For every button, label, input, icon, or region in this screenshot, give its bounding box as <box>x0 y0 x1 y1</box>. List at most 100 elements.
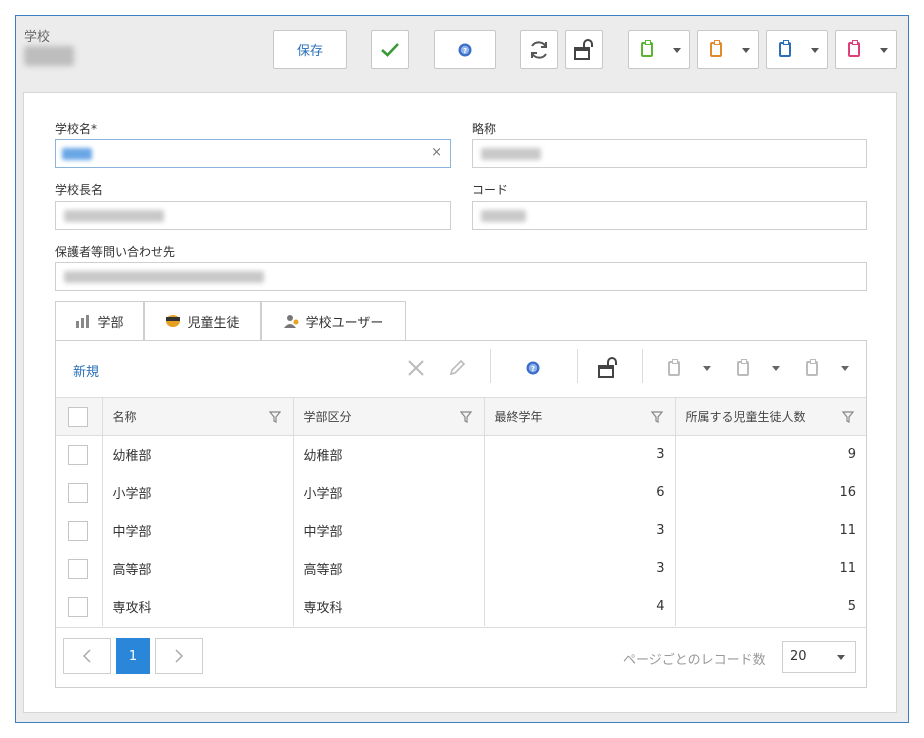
column-header-label: 学部区分 <box>303 410 352 424</box>
guardian-contact-field[interactable] <box>55 262 867 291</box>
row-select-cell <box>56 587 103 626</box>
row-checkbox[interactable] <box>68 558 88 579</box>
row-select-cell <box>56 549 103 588</box>
column-header-final-grade[interactable]: 最終学年 <box>484 397 676 436</box>
row-select-cell <box>56 473 103 512</box>
clipboard-icon <box>710 40 722 57</box>
code-field[interactable] <box>472 201 867 230</box>
filter-icon[interactable] <box>650 411 663 423</box>
table-row[interactable]: 小学部 小学部 6 16 <box>56 473 866 512</box>
toolbar-divider <box>642 349 643 383</box>
clipboard-icon <box>779 40 791 57</box>
row-checkbox[interactable] <box>68 520 88 541</box>
cell-final-grade: 3 <box>484 435 676 474</box>
unlock-button[interactable] <box>565 30 603 69</box>
school-name-field[interactable]: × <box>55 139 451 168</box>
clipboard-blue-dropdown[interactable] <box>766 30 828 69</box>
clipboard-icon <box>641 40 653 57</box>
table-row[interactable]: 幼稚部 幼稚部 3 9 <box>56 435 866 474</box>
users-icon <box>283 315 299 328</box>
confirm-button[interactable] <box>371 30 409 69</box>
bar-chart-icon <box>76 315 90 328</box>
column-header-category[interactable]: 学部区分 <box>293 397 485 436</box>
delete-button[interactable] <box>405 357 427 379</box>
edit-button[interactable] <box>446 357 468 379</box>
abbreviation-value-redacted <box>481 148 541 160</box>
cell-name: 専攻科 <box>102 587 294 626</box>
new-button[interactable]: 新規 <box>73 361 99 380</box>
chevron-right-icon <box>175 649 184 663</box>
grid-clipboard-button-3[interactable] <box>801 357 823 379</box>
page-number-current[interactable]: 1 <box>116 638 150 674</box>
filter-icon[interactable] <box>268 411 281 423</box>
column-header-label: 最終学年 <box>494 410 543 424</box>
tab-school-users[interactable]: 学校ユーザー <box>261 301 406 341</box>
row-checkbox[interactable] <box>68 444 88 465</box>
chevron-down-icon <box>673 48 681 53</box>
clipboard-orange-dropdown[interactable] <box>697 30 759 69</box>
tab-students[interactable]: 児童生徒 <box>144 301 261 341</box>
cell-name: 中学部 <box>102 511 294 550</box>
prev-page-button[interactable] <box>63 638 111 674</box>
column-header-name[interactable]: 名称 <box>102 397 294 436</box>
clear-icon[interactable]: × <box>431 145 442 160</box>
close-icon <box>408 360 424 376</box>
save-button[interactable]: 保存 <box>273 30 347 69</box>
principal-field[interactable] <box>55 201 451 230</box>
grid-toolbar: 新規 ? <box>56 341 866 397</box>
row-select-cell <box>56 435 103 474</box>
cell-student-count: 5 <box>847 599 856 614</box>
select-all-checkbox[interactable] <box>68 406 88 427</box>
cell-final-grade: 6 <box>484 473 676 512</box>
grid-unlock-button[interactable] <box>597 357 619 379</box>
refresh-button[interactable] <box>520 30 558 69</box>
tab-departments[interactable]: 学部 <box>55 301 144 341</box>
main-window: 学校 保存 ? 学校名* × 略称 学校長名 コード 保護者等問い合わせ先 学部… <box>15 15 909 723</box>
column-header-student-count[interactable]: 所属する児童生徒人数 <box>675 397 866 436</box>
row-checkbox[interactable] <box>68 596 88 617</box>
chevron-down-icon[interactable] <box>772 366 780 371</box>
table-row[interactable]: 高等部 高等部 3 11 <box>56 549 866 588</box>
select-all-cell <box>56 397 103 436</box>
toolbar-divider <box>577 349 578 383</box>
clipboard-green-dropdown[interactable] <box>628 30 690 69</box>
tab-label: 児童生徒 <box>187 315 240 331</box>
next-page-button[interactable] <box>155 638 203 674</box>
clipboard-pink-dropdown[interactable] <box>835 30 897 69</box>
help-icon: ? <box>458 43 472 56</box>
code-value-redacted <box>481 210 526 222</box>
row-checkbox[interactable] <box>68 482 88 503</box>
table-row[interactable]: 中学部 中学部 3 11 <box>56 511 866 550</box>
chevron-down-icon <box>880 48 888 53</box>
refresh-icon <box>531 40 547 59</box>
cell-category: 中学部 <box>293 511 485 550</box>
grid-clipboard-button-1[interactable] <box>663 357 685 379</box>
guardian-contact-label: 保護者等問い合わせ先 <box>55 245 176 259</box>
departments-grid: 新規 ? 名称 学部区分 最終学年 所属する児童生徒人数 幼稚部 幼稚部 3 9… <box>55 340 867 688</box>
help-button[interactable]: ? <box>434 30 496 69</box>
school-name-label: 学校名* <box>55 122 98 136</box>
column-header-label: 所属する児童生徒人数 <box>685 410 806 424</box>
page-size-select[interactable]: 20 <box>782 641 856 673</box>
clipboard-icon <box>668 358 680 376</box>
grid-clipboard-button-2[interactable] <box>732 357 754 379</box>
cell-final-grade: 3 <box>484 549 676 588</box>
grid-help-button[interactable]: ? <box>522 357 544 379</box>
tab-label: 学部 <box>97 315 124 331</box>
cell-name: 小学部 <box>102 473 294 512</box>
table-row[interactable]: 専攻科 専攻科 4 5 <box>56 587 866 626</box>
cell-category: 幼稚部 <box>293 435 485 474</box>
records-per-page-label: ページごとのレコード数 <box>623 653 766 668</box>
cell-category: 高等部 <box>293 549 485 588</box>
column-header-label: 名称 <box>112 410 137 424</box>
cell-student-count: 11 <box>839 561 856 576</box>
chevron-down-icon[interactable] <box>841 366 849 371</box>
filter-icon[interactable] <box>842 411 854 423</box>
chevron-down-icon[interactable] <box>703 366 711 371</box>
filter-icon[interactable] <box>459 411 472 423</box>
cell-final-grade: 3 <box>484 511 676 550</box>
abbreviation-field[interactable] <box>472 139 867 168</box>
row-select-cell <box>56 511 103 550</box>
chevron-down-icon <box>811 48 819 53</box>
pencil-icon <box>449 359 466 376</box>
